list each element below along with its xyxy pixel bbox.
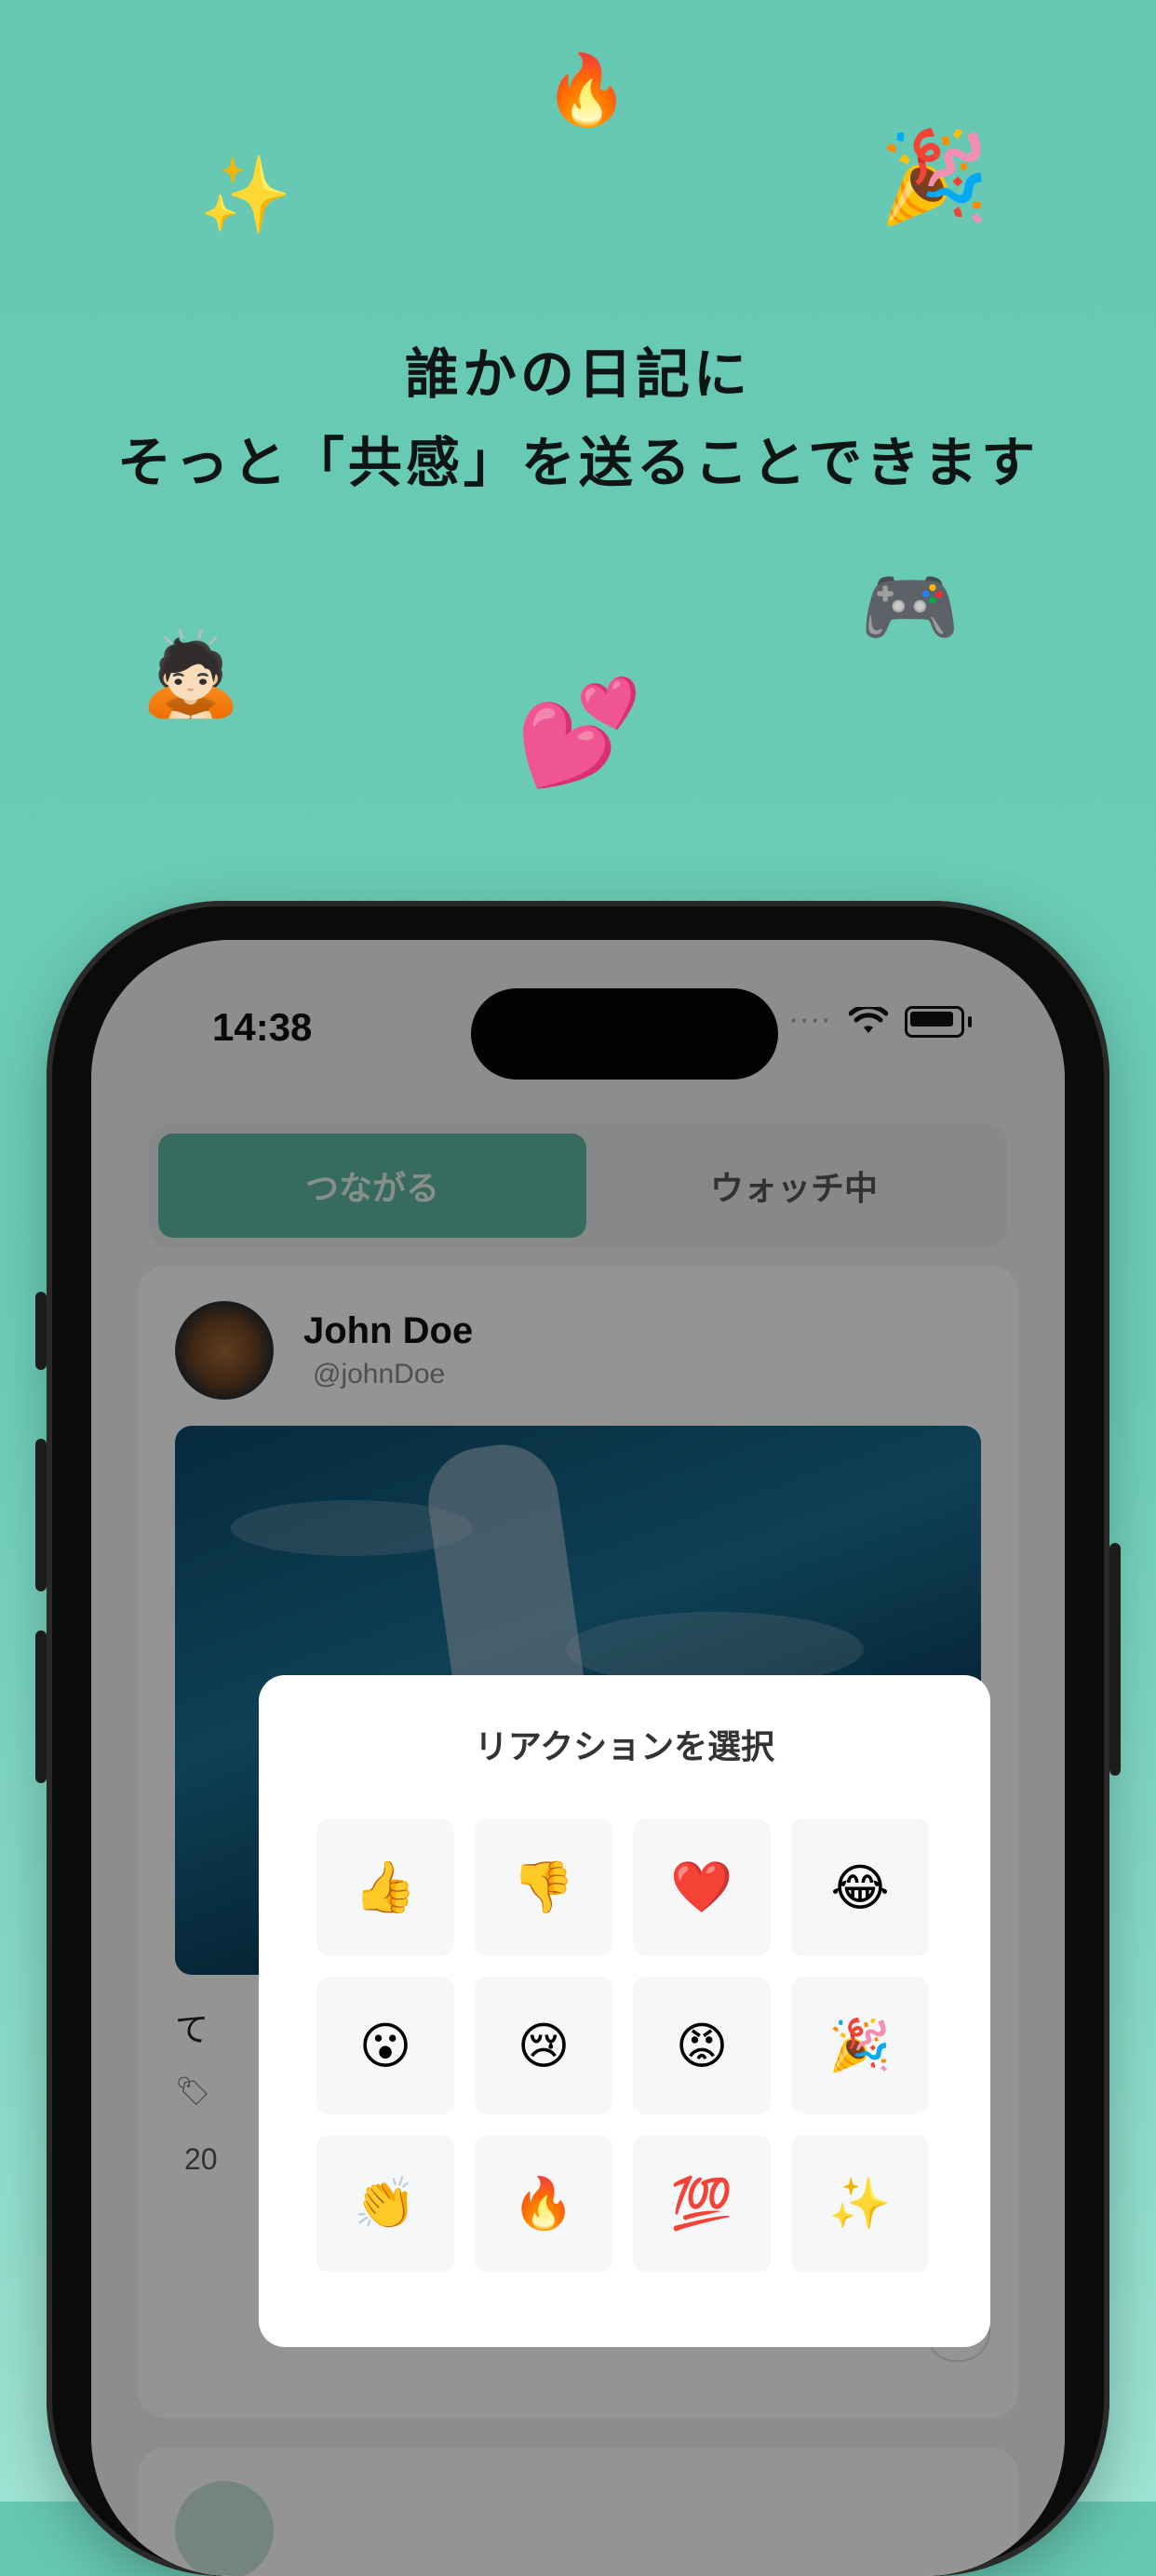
reaction-fire-button[interactable]: 🔥 <box>475 2135 612 2273</box>
headline-line-1: 誰かの日記に <box>404 342 751 406</box>
game-controller-decoration-icon: 🎮 <box>860 561 961 654</box>
reaction-angry-button[interactable]: 😡 <box>633 1977 771 2114</box>
phone-screen: 14:38 ···· つながる ウォッチ中 John Doe @johnDoe <box>91 940 1065 2576</box>
phone-volume-down-button <box>35 1630 47 1783</box>
phone-mockup: 14:38 ···· つながる ウォッチ中 John Doe @johnDoe <box>35 901 1121 2576</box>
reaction-picker-title: リアクションを選択 <box>474 1728 775 1766</box>
reaction-crying-button[interactable]: 😢 <box>475 1977 612 2114</box>
reaction-party-button[interactable]: 🎉 <box>791 1977 929 2114</box>
reaction-clapping-button[interactable]: 👏 <box>316 2135 454 2273</box>
reaction-picker-modal: リアクションを選択 👍 👎 ❤️ 😂 😮 😢 😡 🎉 👏 🔥 💯 ✨ <box>259 1675 990 2347</box>
bowing-person-decoration-icon: 🙇🏻 <box>140 625 242 721</box>
reaction-grid: 👍 👎 ❤️ 😂 😮 😢 😡 🎉 👏 🔥 💯 ✨ <box>316 1818 936 2273</box>
reaction-thumbs-up-button[interactable]: 👍 <box>316 1818 454 1956</box>
headline-line-2: そっと「共感」を送ることできます <box>116 431 1040 494</box>
reaction-thumbs-down-button[interactable]: 👎 <box>475 1818 612 1956</box>
reaction-surprised-button[interactable]: 😮 <box>316 1977 454 2114</box>
phone-volume-up-button <box>35 1439 47 1591</box>
reaction-laughing-button[interactable]: 😂 <box>791 1818 929 1956</box>
party-popper-decoration-icon: 🎉 <box>879 125 990 229</box>
reaction-heart-button[interactable]: ❤️ <box>633 1818 771 1956</box>
reaction-sparkles-button[interactable]: ✨ <box>791 2135 929 2273</box>
fire-decoration-icon: 🔥 <box>544 50 630 130</box>
two-hearts-decoration-icon: 💕 <box>516 673 643 792</box>
phone-action-button <box>35 1292 47 1370</box>
phone-power-button <box>1109 1543 1121 1776</box>
sparkles-decoration-icon: ✨ <box>199 152 292 238</box>
reaction-hundred-button[interactable]: 💯 <box>633 2135 771 2273</box>
